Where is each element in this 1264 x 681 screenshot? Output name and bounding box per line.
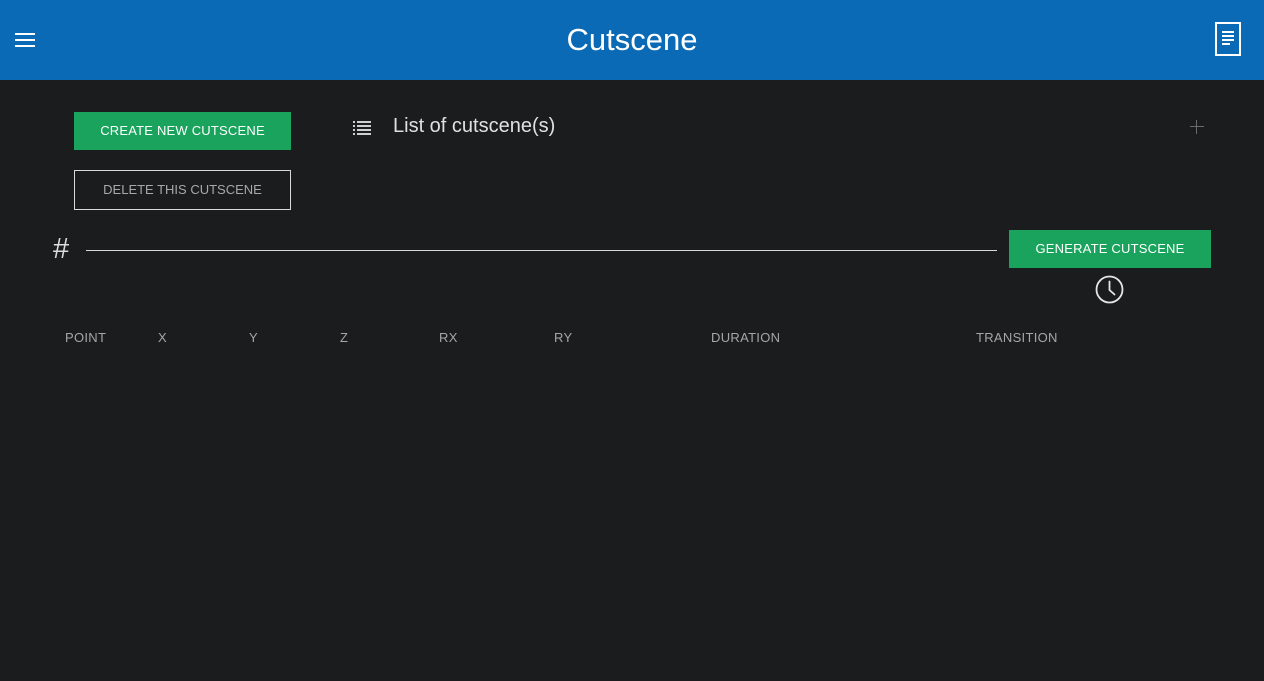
hash-prefix: # [53, 233, 70, 265]
page-title: Cutscene [566, 22, 698, 57]
column-rx: RX [439, 330, 458, 345]
generate-cutscene-button[interactable]: GENERATE CUTSCENE [1009, 230, 1211, 268]
column-point: POINT [65, 330, 107, 345]
column-z: Z [340, 330, 349, 345]
column-y: Y [249, 330, 258, 345]
delete-cutscene-button[interactable]: DELETE THIS CUTSCENE [74, 170, 291, 210]
document-icon[interactable] [1215, 22, 1241, 56]
column-x: X [158, 330, 167, 345]
app-root: Cutscene CREATE NEW CUTSCENE DELETE THIS… [0, 0, 1264, 681]
cutscene-list-title: List of cutscene(s) [393, 115, 556, 137]
clock-icon[interactable] [1095, 275, 1124, 304]
cutscene-name-input[interactable] [86, 232, 997, 251]
plus-icon[interactable] [1190, 120, 1204, 134]
create-new-cutscene-button[interactable]: CREATE NEW CUTSCENE [74, 112, 291, 150]
column-duration: DURATION [711, 330, 781, 345]
list-icon [353, 121, 371, 135]
header-bar: Cutscene [0, 0, 1264, 80]
column-transition: TRANSITION [976, 330, 1058, 345]
column-ry: RY [554, 330, 573, 345]
